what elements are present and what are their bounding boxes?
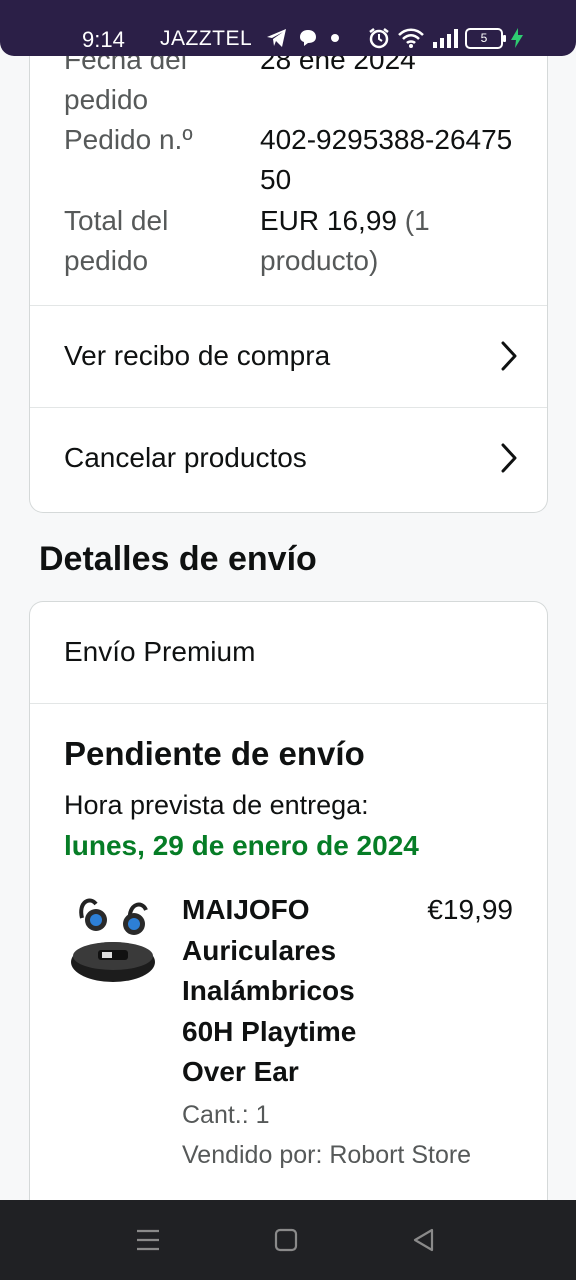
product-quantity: Cant.: 1 (182, 1101, 270, 1129)
chat-bubble-icon (300, 30, 316, 46)
system-icons: 5 (368, 27, 524, 49)
chevron-right-icon (501, 341, 517, 371)
telegram-icon (267, 29, 286, 47)
order-total-amount: EUR 16,99 (260, 205, 397, 236)
view-receipt-label: Ver recibo de compra (64, 340, 331, 371)
order-total-label: Total del pedido (64, 205, 169, 276)
back-icon[interactable] (404, 1220, 444, 1260)
menu-icon[interactable] (128, 1220, 168, 1260)
status-carrier: JAZZTEL (160, 27, 253, 50)
cancel-products-label: Cancelar productos (64, 442, 307, 473)
home-icon[interactable] (266, 1220, 306, 1260)
navigation-bar (0, 1200, 576, 1280)
battery-icon: 5 (465, 27, 506, 49)
alarm-icon (369, 28, 389, 49)
product-seller: Vendido por: Robort Store (182, 1141, 472, 1169)
wifi-icon (398, 28, 424, 48)
order-number-value: 402-9295388-2647550 (260, 124, 513, 195)
shipment-status: Pendiente de envío (64, 735, 365, 772)
shipping-section-title: Detalles de envío (39, 540, 317, 578)
charging-icon (511, 28, 523, 48)
shipping-method: Envío Premium (64, 636, 256, 667)
view-receipt-row[interactable]: Ver recibo de compra (30, 305, 547, 408)
notification-icons (266, 28, 342, 48)
product-name[interactable]: MAIJOFO Auriculares Inalámbricos 60H Pla… (182, 890, 382, 1093)
signal-icon (433, 29, 458, 48)
order-summary-card: Fecha del pedido 28 ene 2024 Pedido n.º … (29, 20, 548, 513)
status-time: 9:14 (82, 27, 125, 52)
status-bar: 9:14 JAZZTEL 5 (0, 0, 576, 56)
shipping-card: Envío Premium Pendiente de envío Hora pr… (29, 601, 548, 1242)
battery-level: 5 (480, 30, 488, 45)
product-image[interactable] (68, 890, 158, 990)
divider (30, 703, 547, 704)
product-price: €19,99 (427, 894, 513, 925)
eta-label: Hora prevista de entrega: (64, 790, 369, 820)
chevron-right-icon (501, 443, 517, 473)
eta-date: lunes, 29 de enero de 2024 (64, 830, 419, 861)
order-number-label: Pedido n.º (64, 124, 193, 155)
dot-icon (331, 34, 339, 42)
cancel-products-row[interactable]: Cancelar productos (30, 407, 547, 510)
order-total-value: EUR 16,99 (1 producto) (260, 201, 520, 281)
